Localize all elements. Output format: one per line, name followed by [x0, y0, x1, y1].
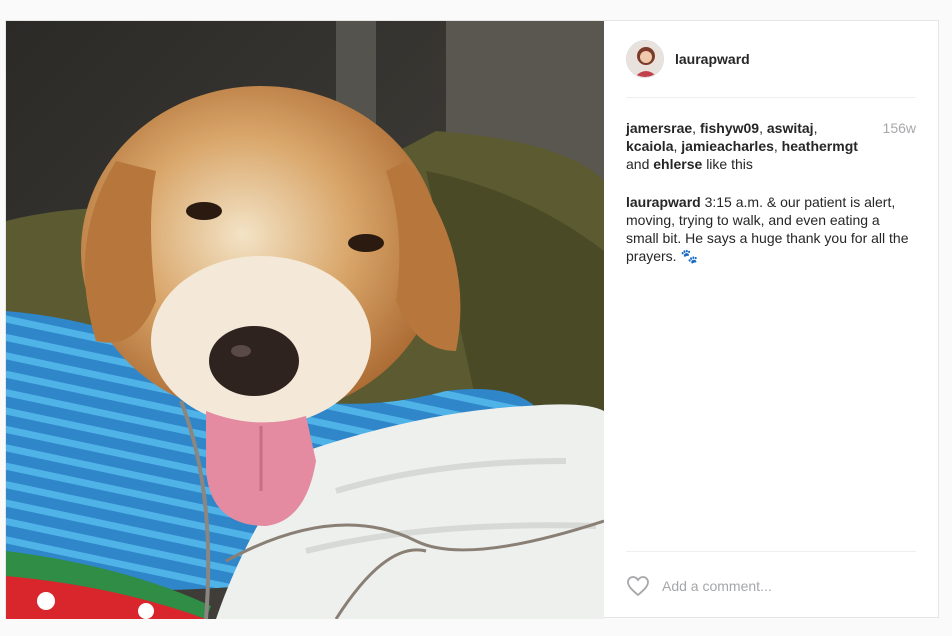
- likes-suffix: like this: [706, 156, 753, 172]
- liker-username[interactable]: jamersrae: [626, 120, 692, 136]
- liker-username[interactable]: ehlerse: [653, 156, 702, 172]
- dog-photo-illustration: [6, 21, 604, 619]
- post-photo[interactable]: [6, 21, 604, 619]
- liker-username[interactable]: fishyw09: [700, 120, 759, 136]
- liker-username[interactable]: aswitaj: [767, 120, 814, 136]
- post-age[interactable]: 156w: [883, 119, 916, 137]
- heart-outline-icon[interactable]: [626, 575, 650, 597]
- comment-input[interactable]: [662, 577, 902, 594]
- post-sidebar: laurapward jamersrae, fishyw09, aswitaj,…: [604, 21, 940, 619]
- post-header: laurapward: [626, 21, 916, 98]
- avatar-image: [627, 41, 663, 77]
- comment-bar: [626, 551, 916, 619]
- post-caption: laurapward 3:15 a.m. & our patient is al…: [626, 193, 916, 265]
- likes-joiner: and: [626, 156, 650, 172]
- liker-username[interactable]: heathermgt: [782, 138, 858, 154]
- caption-username[interactable]: laurapward: [626, 194, 701, 210]
- liker-username[interactable]: kcaiola: [626, 138, 673, 154]
- author-username[interactable]: laurapward: [675, 51, 750, 67]
- post-card: laurapward jamersrae, fishyw09, aswitaj,…: [5, 20, 940, 619]
- liker-username[interactable]: jamieacharles: [681, 138, 774, 154]
- likes-text: jamersrae, fishyw09, aswitaj, kcaiola, j…: [626, 120, 858, 172]
- avatar[interactable]: [626, 40, 664, 78]
- likes-section: jamersrae, fishyw09, aswitaj, kcaiola, j…: [626, 119, 916, 173]
